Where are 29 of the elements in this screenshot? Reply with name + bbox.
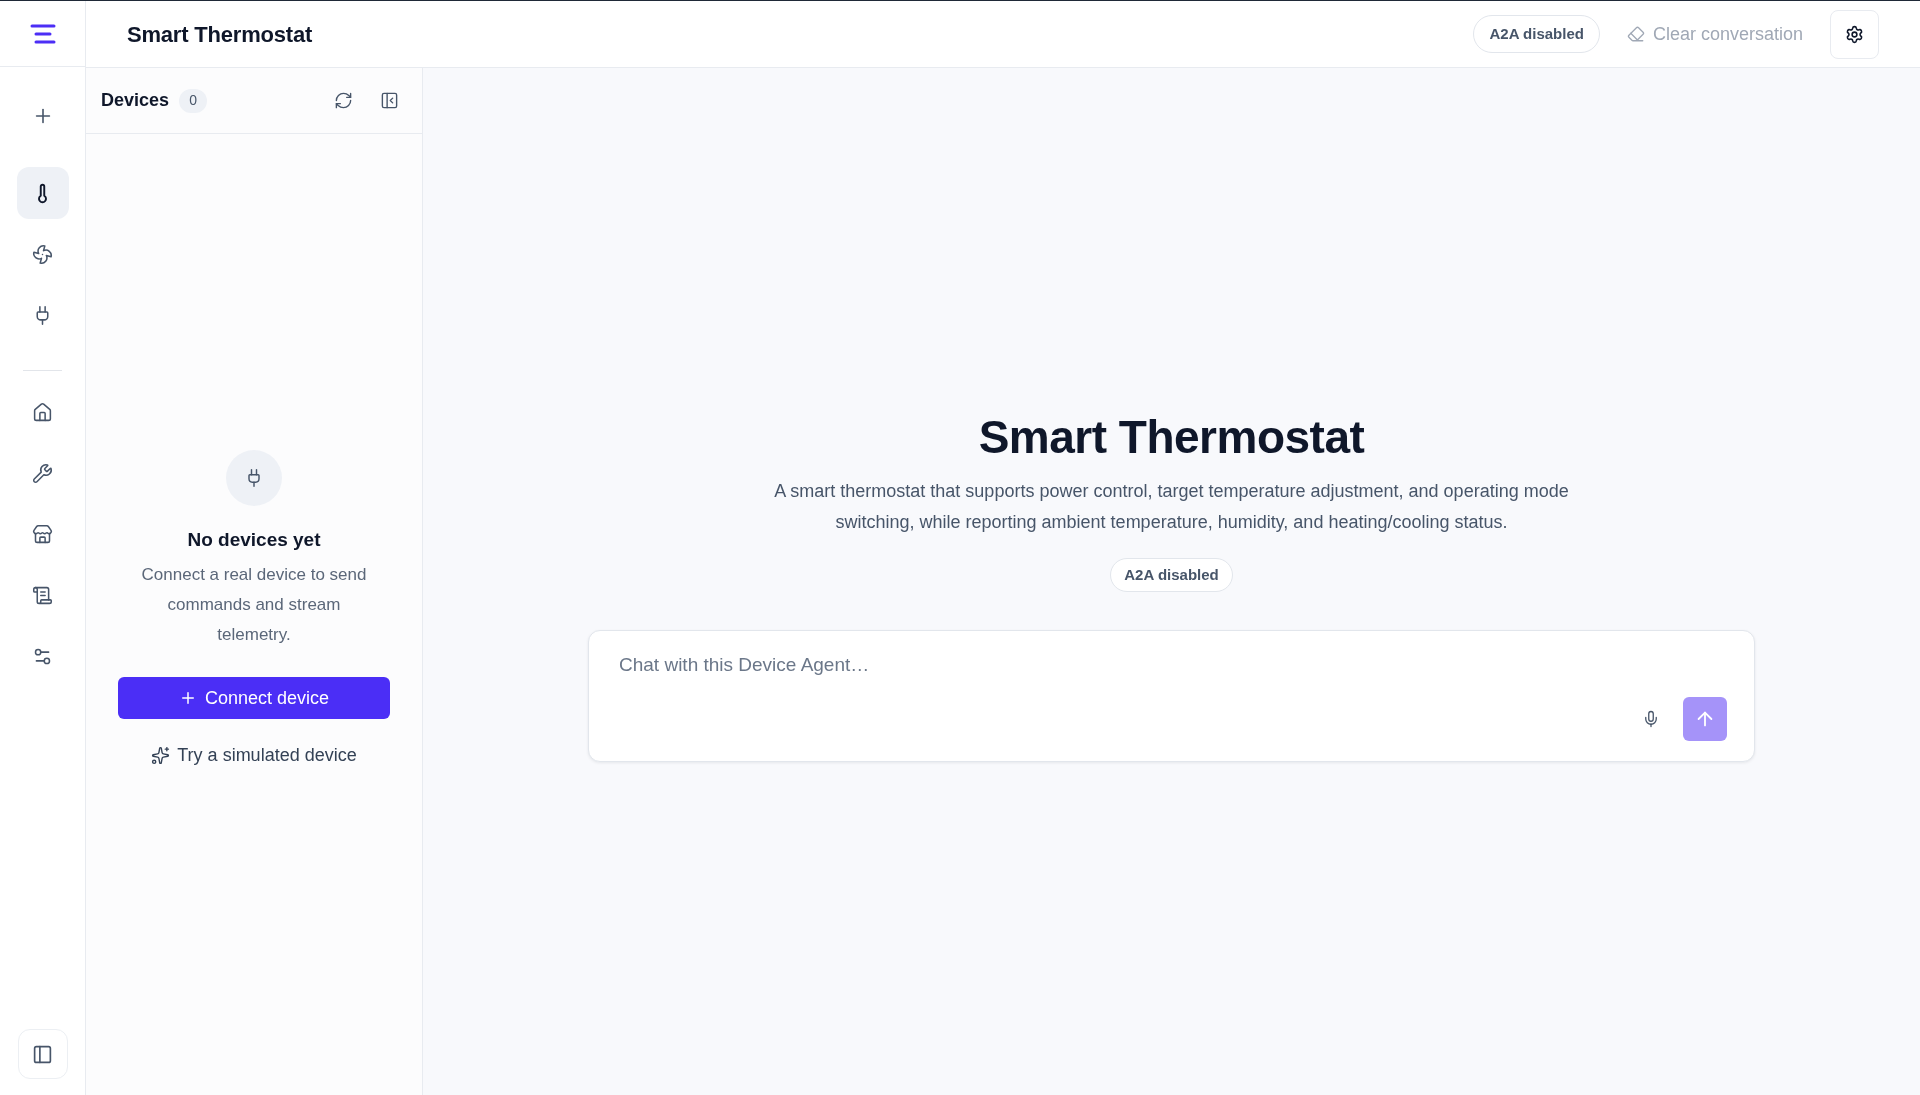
message-input[interactable]: Chat with this Device Agent… — [603, 643, 1740, 685]
agent-description: A smart thermostat that supports power control, target temperature adjustment, and operating mode switching, while reporting ambient temperature, humidity, and heating/cooling status. — [773, 480, 1570, 534]
wrench-icon — [32, 462, 53, 484]
home-icon — [32, 401, 53, 423]
sidebar-panel-icon — [32, 1043, 53, 1065]
devices-panel-title: Devices — [101, 89, 170, 112]
eraser-icon — [1626, 25, 1645, 43]
a2a-status-badge: A2A disabled — [1110, 558, 1233, 592]
page-title: Smart Thermostat — [127, 20, 313, 49]
connect-device-button[interactable]: Connect device — [118, 677, 390, 720]
toggle-sidebar-button[interactable] — [17, 1029, 68, 1079]
panel-collapse-icon — [379, 91, 399, 110]
empty-state-description: Connect a real device to send commands and stream telemetry. — [140, 564, 368, 647]
microphone-icon — [1642, 710, 1660, 728]
fan-icon — [32, 243, 53, 265]
sparkles-icon — [151, 746, 171, 766]
store-icon — [32, 523, 53, 545]
settings-button[interactable] — [1830, 9, 1879, 59]
refresh-icon — [333, 91, 353, 110]
scroll-icon — [32, 584, 53, 606]
try-simulated-device-link[interactable]: Try a simulated device — [151, 742, 357, 770]
agent-title: Smart Thermostat — [978, 410, 1365, 465]
settings-icon — [1845, 24, 1864, 44]
chat-input-field[interactable]: Chat with this Device Agent… — [588, 630, 1755, 762]
empty-state-title: No devices yet — [187, 527, 321, 552]
a2a-status-badge: A2A disabled — [1473, 15, 1600, 53]
menu-logo-icon[interactable] — [29, 23, 56, 44]
agent-nav-button[interactable] — [16, 167, 69, 219]
device-count-badge: 0 — [179, 88, 208, 113]
